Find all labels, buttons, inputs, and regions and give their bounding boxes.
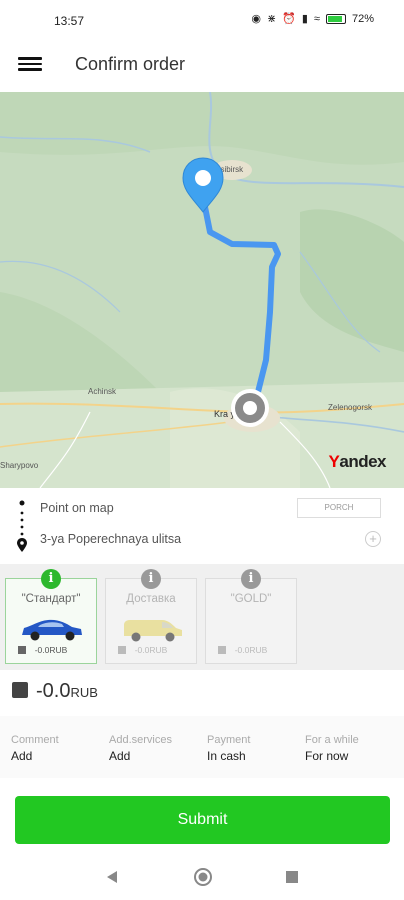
tariff-name: Доставка [126,593,176,605]
map-label-zelenogorsk: Zelenogorsk [328,403,373,412]
tariff-card-gold[interactable]: i "GOLD" -0.0RUB [205,569,297,664]
back-icon[interactable] [104,869,120,885]
recents-icon[interactable] [284,869,300,885]
battery-icon [325,13,346,24]
submit-button[interactable]: Submit [15,796,390,844]
system-nav-bar [0,856,404,900]
order-options: Comment Add Add.services Add Payment In … [0,716,404,778]
option-payment[interactable]: Payment In cash [207,734,250,763]
screen: 13:57 ◉ ⋇ ⏰ ▮ ≈ 72% Confirm order osibir… [0,0,404,900]
tariff-name: "GOLD" [230,593,272,605]
info-icon[interactable]: i [241,569,261,589]
map-label-achinsk: Achinsk [88,387,117,396]
page-title: Confirm order [75,54,186,74]
info-icon[interactable]: i [141,569,161,589]
alarm-icon: ⏰ [282,13,296,25]
map-canvas: osibirsk Achinsk Kra yarsk Zelenogorsk S… [0,92,404,488]
order-total: -0.0RUB [0,670,404,716]
route-info: Point on map PORCH 3-ya Poperechnaya uli… [0,488,404,564]
map-label-sharypovo: Sharypovo [0,461,39,470]
home-icon[interactable] [193,867,213,887]
option-time[interactable]: For a while For now [305,734,359,763]
route-map[interactable]: osibirsk Achinsk Kra yarsk Zelenogorsk S… [0,92,404,488]
status-icons: ◉ ⋇ ⏰ ▮ ≈ 72% [251,12,374,26]
end-point-icon [231,389,269,427]
tariff-card-standard[interactable]: i "Стандарт" -0.0RUB [5,569,97,664]
tariff-name: "Стандарт" [21,593,81,605]
route-to[interactable]: 3-ya Poperechnaya ulitsa [40,532,181,546]
tariff-price: -0.0RUB [234,645,268,655]
tariff-selector: i "Стандарт" -0.0RUB i Доставка -0.0RUB [0,564,404,670]
hamburger-menu-icon[interactable] [18,54,42,78]
sedan-car-icon [22,619,82,641]
status-time: 13:57 [54,14,85,28]
tariff-price: -0.0RUB [134,645,168,655]
info-icon[interactable]: i [41,569,61,589]
tariff-card-delivery[interactable]: i Доставка -0.0RUB [105,569,197,664]
location-icon: ◉ [251,13,261,25]
battery-percent: 72% [351,12,374,25]
yandex-logo: Yandex [328,452,387,471]
option-add-services[interactable]: Add.services Add [109,734,172,763]
total-amount: -0.0RUB [36,680,98,702]
tariff-price: -0.0RUB [34,645,68,655]
wifi-icon: ≈ [313,12,320,25]
wallet-icon [12,682,28,698]
route-line-icon [17,500,27,552]
status-bar: 13:57 ◉ ⋇ ⏰ ▮ ≈ 72% [0,0,404,40]
signal-icon: ▮ [301,13,308,25]
van-car-icon [124,620,182,642]
porch-button[interactable]: PORCH [297,498,381,518]
option-comment[interactable]: Comment Add [11,734,59,763]
app-header: Confirm order [0,40,404,92]
route-from[interactable]: Point on map [40,501,114,515]
bluetooth-icon: ⋇ [266,13,277,25]
plus-circle-icon[interactable]: + [365,531,381,547]
